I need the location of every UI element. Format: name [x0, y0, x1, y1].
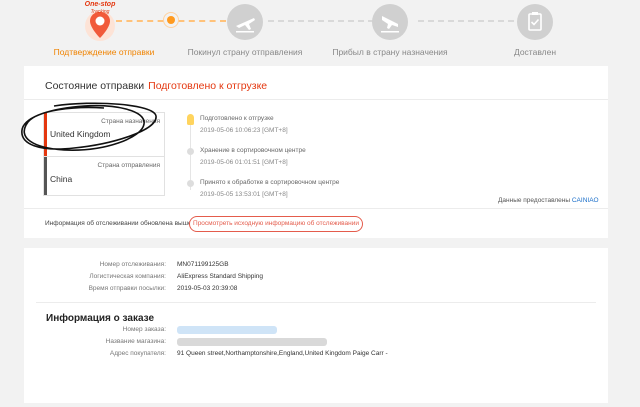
timeline-time-3: 2019-05-05 13:53:01 [GMT+8]	[200, 191, 288, 198]
tracking-number-value: MN071199125GB	[177, 261, 229, 268]
plane-departure-icon	[236, 18, 255, 33]
store-name-label: Название магазина:	[105, 338, 166, 345]
timeline-dot	[187, 180, 194, 187]
divider	[36, 302, 596, 303]
provider-text: Данные предоставлены	[498, 197, 571, 204]
redacted-order-number	[177, 326, 277, 334]
buyer-address-value: 91 Queen street,Northamptonshire,England…	[177, 350, 388, 357]
timeline-time-2: 2019-05-06 01:01:51 [GMT+8]	[200, 159, 288, 166]
status-heading: Состояние отправки Подготовлено к отгрузк…	[45, 80, 267, 92]
logo-text-2: Tracking	[90, 9, 110, 15]
timeline-event-3: Принято к обработке в сортировочном цент…	[200, 179, 340, 186]
redacted-store-name	[177, 338, 327, 346]
ship-time-label: Время отправки посылки:	[88, 285, 166, 292]
origin-country-card: Страна отправления China	[43, 156, 165, 196]
step-2-circle	[227, 4, 263, 40]
step-1-label: Подтверждение отправки	[53, 47, 155, 57]
update-info-text: Информация об отслеживании обновлена выш…	[45, 220, 192, 227]
provider-link[interactable]: CAINIAO	[572, 197, 599, 204]
current-step-dot	[163, 12, 179, 28]
divider	[24, 208, 608, 209]
origin-country: China	[50, 174, 73, 184]
step-2-label: Покинул страну отправления	[187, 47, 303, 57]
one-stop-tracking-logo: One-stop Tracking	[78, 0, 122, 44]
step-3-label: Прибыл в страну назначения	[332, 47, 448, 57]
carrier-value: AliExpress Standard Shipping	[177, 273, 263, 280]
ship-time-value: 2019-05-03 20:39:08	[177, 285, 238, 292]
origin-caption: Страна отправления	[97, 162, 160, 169]
step-3-circle	[372, 4, 408, 40]
progress-line	[268, 20, 374, 22]
timeline-event-1: Подготовлено к отгрузке	[200, 115, 274, 122]
timeline-event-2: Хранение в сортировочном центре	[200, 147, 306, 154]
step-4-circle	[517, 4, 553, 40]
hand-drawn-scribble	[21, 102, 157, 151]
lightbulb-icon	[187, 114, 194, 125]
timeline-dot	[187, 148, 194, 155]
step-4-label: Доставлен	[513, 47, 557, 57]
carrier-label: Логистическая компания:	[89, 273, 166, 280]
order-info-title: Информация о заказе	[46, 313, 155, 324]
origin-bar	[44, 157, 47, 195]
buyer-address-label: Адрес покупателя:	[109, 350, 166, 357]
logo-text-1: One-stop	[84, 1, 116, 8]
tracking-progress: One-stop Tracking Подтверждение отправки…	[0, 0, 640, 62]
status-label: Состояние отправки	[45, 80, 145, 92]
status-value: Подготовлено к отгрузке	[148, 80, 268, 92]
progress-line	[418, 20, 514, 22]
order-number-label: Номер заказа:	[122, 326, 166, 333]
clipboard-check-icon	[528, 12, 542, 31]
view-original-tracking-button[interactable]: Просмотреть исходную информацию об отсле…	[189, 216, 363, 232]
tracking-number-label: Номер отслеживания:	[99, 261, 166, 268]
data-provider: Данные предоставлены CAINIAO	[498, 197, 599, 204]
timeline-time-1: 2019-05-06 10:06:23 [GMT+8]	[200, 127, 288, 134]
plane-arrival-icon	[381, 16, 399, 33]
